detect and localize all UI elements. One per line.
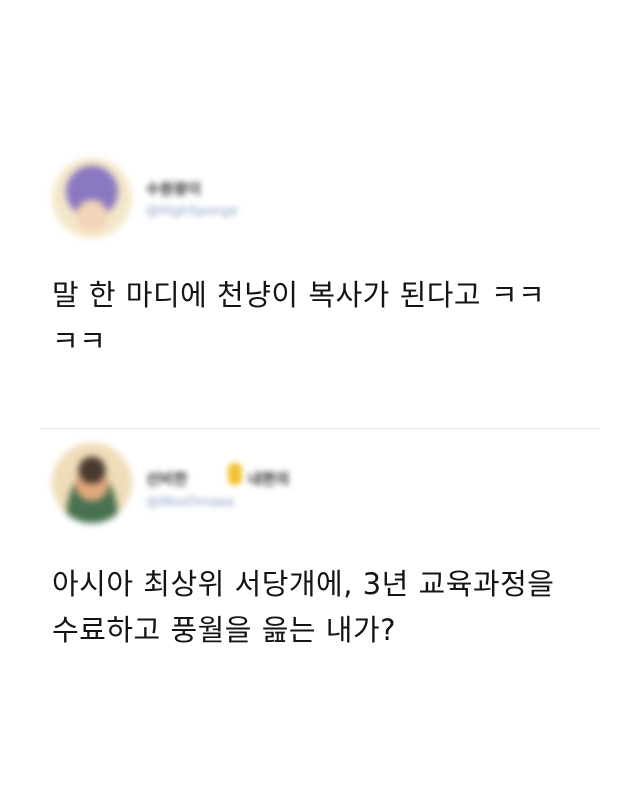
user-handle[interactable]: @WooOmaaa <box>146 495 234 510</box>
user-handle[interactable]: @HighSponge <box>146 204 238 219</box>
avatar[interactable] <box>52 443 132 523</box>
display-name[interactable]: 선비한 <box>146 468 187 489</box>
display-name[interactable]: 수원왕이 <box>146 178 201 199</box>
post-2: 선비한 내편의 @WooOmaaa 아시아 최상위 서당개에, 3년 교육과정을… <box>0 435 640 647</box>
post-header: 선비한 내편의 @WooOmaaa <box>0 435 640 535</box>
avatar[interactable] <box>52 158 132 238</box>
post-header: 수원왕이 @HighSponge <box>0 150 640 250</box>
post-1: 수원왕이 @HighSponge 말 한 마디에 천냥이 복사가 된다고 ㅋㅋ … <box>0 150 640 358</box>
post-text: 말 한 마디에 천냥이 복사가 된다고 ㅋㅋ ㅋㅋ <box>52 278 546 358</box>
divider <box>40 428 600 429</box>
post-text: 아시아 최상위 서당개에, 3년 교육과정을 수료하고 풍월을 읊는 내가? <box>52 567 555 647</box>
verified-badge-icon <box>228 463 242 485</box>
display-name-suffix: 내편의 <box>248 470 290 488</box>
